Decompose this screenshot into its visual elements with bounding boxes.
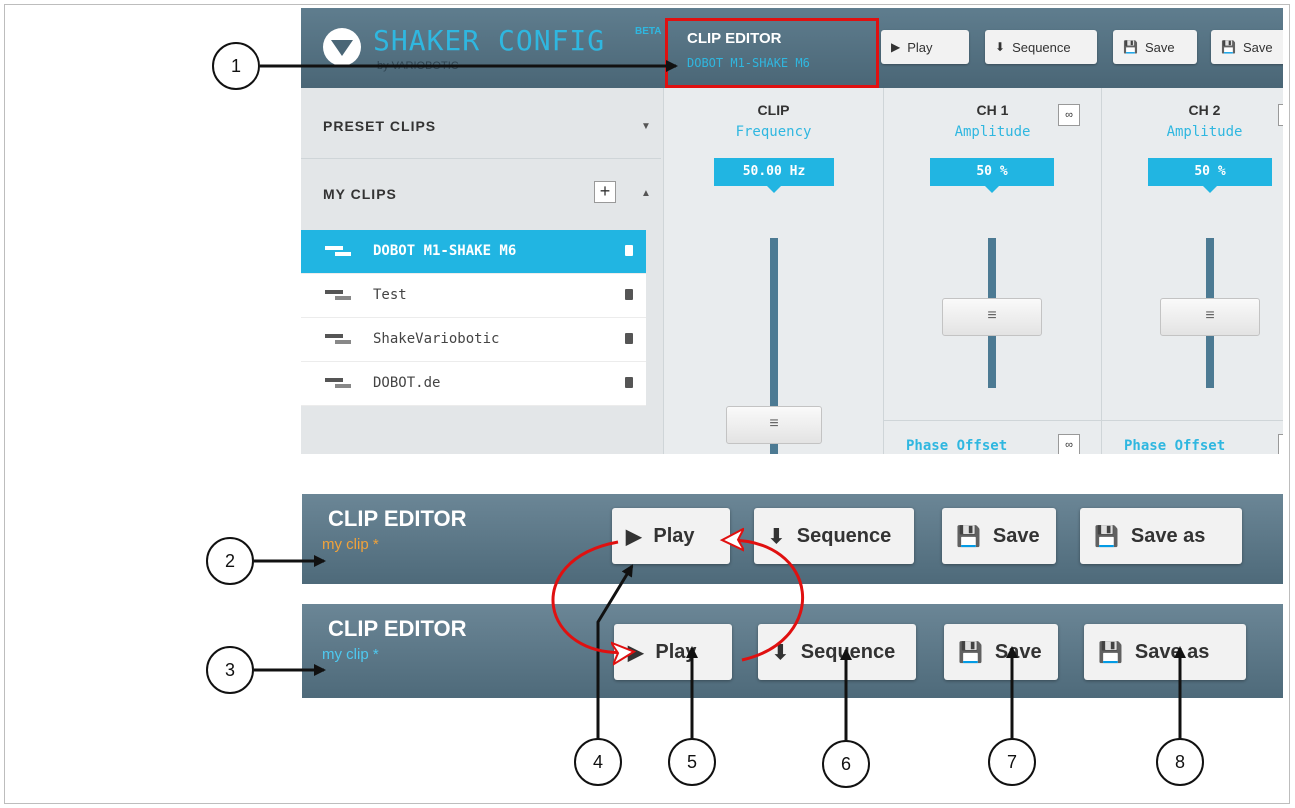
annotation-overlay: [254, 60, 1186, 744]
callout-2: 2: [206, 537, 254, 585]
callout-4: 4: [574, 738, 622, 786]
callout-5: 5: [668, 738, 716, 786]
swap-arrow-right: [726, 540, 805, 662]
callout-3: 3: [206, 646, 254, 694]
callout-1: 1: [212, 42, 260, 90]
callout-8: 8: [1156, 738, 1204, 786]
swap-arrow-left: [551, 540, 630, 652]
callout-7: 7: [988, 738, 1036, 786]
callout-4-arrow: [596, 564, 634, 742]
callout-6: 6: [822, 740, 870, 788]
